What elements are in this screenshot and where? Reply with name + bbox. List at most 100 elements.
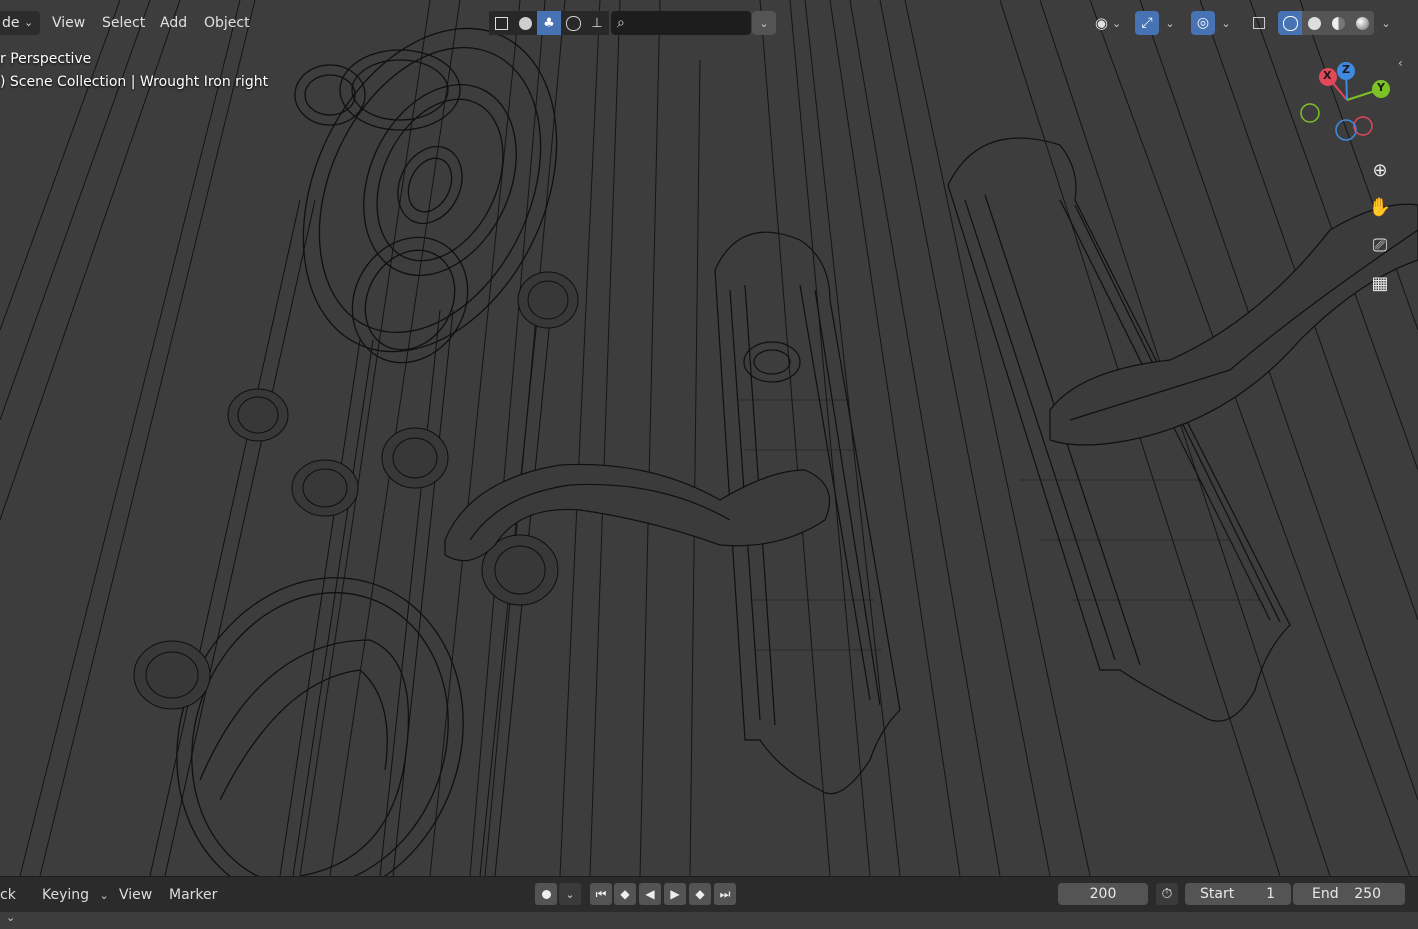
zoom-button[interactable]: ⊕ bbox=[1365, 155, 1395, 185]
visibility-dropdown[interactable]: ◉ ⌄ bbox=[1088, 11, 1128, 35]
auto-key-dropdown[interactable]: ⌄ bbox=[559, 883, 581, 905]
menu-add[interactable]: Add bbox=[160, 11, 187, 35]
gizmo-z-label: Z bbox=[1342, 63, 1350, 76]
mode-label: de bbox=[2, 15, 20, 31]
overlay-circles-icon: ◎ bbox=[1196, 15, 1210, 31]
end-value: 250 bbox=[1354, 886, 1381, 902]
chevron-down-icon: ⌄ bbox=[1111, 16, 1122, 30]
scroll-ornaments bbox=[176, 27, 558, 876]
jump-start-button[interactable]: ⏮ bbox=[590, 883, 612, 905]
solid-sphere-icon bbox=[1307, 16, 1321, 30]
right-handle bbox=[947, 137, 1418, 722]
left-handle bbox=[444, 231, 901, 795]
eye-icon: ◉ bbox=[1094, 14, 1108, 32]
shading-wireframe[interactable] bbox=[1278, 11, 1302, 35]
chevron-down-icon: ⌄ bbox=[24, 16, 34, 29]
shading-solid[interactable] bbox=[1302, 11, 1326, 35]
end-frame-field[interactable]: End 250 bbox=[1293, 883, 1405, 905]
next-keyframe-button[interactable]: ◆ bbox=[689, 883, 711, 905]
solid-toggle[interactable] bbox=[513, 11, 537, 35]
grid-icon: ▦ bbox=[1371, 272, 1389, 294]
collection-label: ) Scene Collection | Wrought Iron right bbox=[0, 74, 269, 90]
play-reverse-button[interactable]: ◀ bbox=[639, 883, 661, 905]
search-field[interactable]: ⌕ bbox=[611, 11, 751, 35]
menu-view[interactable]: View bbox=[52, 11, 85, 35]
timeline-header: ck ⌄ Keying ⌄ View Marker ⌄ ⏮ ◆ ◀ ▶ ◆ ⏭ … bbox=[0, 876, 1418, 924]
background-rails bbox=[0, 0, 1418, 876]
camera-view-button[interactable]: ⎚ bbox=[1365, 230, 1395, 260]
sidebar-toggle-icon[interactable]: ‹ bbox=[1398, 56, 1403, 70]
xray-toggle[interactable]: ♣ bbox=[537, 11, 561, 35]
navigation-gizmo[interactable]: X Y Z bbox=[1295, 60, 1405, 150]
gizmo-y-label: Y bbox=[1377, 81, 1385, 94]
droplets-icon: ♣ bbox=[543, 15, 555, 31]
gizmo-dropdown[interactable]: ⌄ bbox=[1160, 11, 1180, 35]
rendered-sphere-icon bbox=[1355, 16, 1369, 30]
brush-icon: ⊥ bbox=[591, 15, 603, 31]
end-label: End bbox=[1312, 886, 1339, 902]
keying-dropdown[interactable]: Keying ⌄ bbox=[42, 884, 109, 906]
search-icon: ⌕ bbox=[617, 15, 625, 31]
globe-icon bbox=[565, 15, 581, 31]
shading-dropdown[interactable]: ⌄ bbox=[1376, 11, 1396, 35]
mode-dropdown[interactable]: de ⌄ bbox=[0, 11, 40, 35]
record-icon bbox=[541, 889, 551, 899]
next-keyframe-icon: ◆ bbox=[695, 887, 705, 901]
tool-toggle[interactable]: ⊥ bbox=[585, 11, 609, 35]
chevron-down-icon: ⌄ bbox=[6, 911, 16, 924]
play-button[interactable]: ▶ bbox=[664, 883, 686, 905]
search-options-button[interactable]: ⌄ bbox=[752, 11, 776, 35]
menu-select[interactable]: Select bbox=[102, 11, 145, 35]
jump-end-button[interactable]: ⏭ bbox=[714, 883, 736, 905]
record-button[interactable] bbox=[535, 883, 557, 905]
pan-button[interactable]: ✋ bbox=[1365, 192, 1395, 222]
start-frame-field[interactable]: Start 1 bbox=[1185, 883, 1291, 905]
xray-view-toggle[interactable] bbox=[1248, 11, 1270, 35]
chevron-down-icon: ⌄ bbox=[1165, 16, 1175, 30]
projection-toggle-button[interactable]: ▦ bbox=[1365, 268, 1395, 298]
jump-end-icon: ⏭ bbox=[719, 886, 731, 901]
play-reverse-icon: ◀ bbox=[645, 887, 655, 901]
square-icon bbox=[494, 16, 508, 30]
chevron-down-icon: ⌄ bbox=[565, 887, 575, 901]
render-toggle[interactable] bbox=[561, 11, 585, 35]
wireframe-sphere-icon bbox=[1282, 15, 1298, 31]
jump-start-icon: ⏮ bbox=[595, 886, 607, 901]
timeline-view-menu[interactable]: View bbox=[119, 884, 152, 906]
play-icon: ▶ bbox=[670, 887, 680, 901]
overlays-toggle[interactable]: ◎ bbox=[1191, 11, 1215, 35]
prev-keyframe-icon: ◆ bbox=[620, 887, 630, 901]
chevron-down-icon: ⌄ bbox=[759, 16, 769, 30]
overlays-dropdown[interactable]: ⌄ bbox=[1216, 11, 1236, 35]
start-label: Start bbox=[1200, 886, 1235, 902]
gizmo-arrows-icon: ⤢ bbox=[1141, 15, 1153, 31]
prev-keyframe-button[interactable]: ◆ bbox=[614, 883, 636, 905]
start-value: 1 bbox=[1266, 886, 1275, 902]
stopwatch-icon: ⏱ bbox=[1161, 886, 1173, 902]
menu-object[interactable]: Object bbox=[204, 11, 250, 35]
zoom-icon: ⊕ bbox=[1372, 159, 1388, 181]
select-box-toggle[interactable] bbox=[489, 11, 513, 35]
preview-range-button[interactable]: ⏱ bbox=[1156, 883, 1178, 905]
current-frame-field[interactable]: 200 bbox=[1058, 883, 1148, 905]
playback-label: ck bbox=[0, 887, 16, 903]
chevron-down-icon: ⌄ bbox=[99, 889, 109, 902]
hand-icon: ✋ bbox=[1368, 196, 1392, 218]
timeline-marker-menu[interactable]: Marker bbox=[169, 884, 217, 906]
gizmo-x-label: X bbox=[1323, 69, 1332, 82]
viewport-header: de ⌄ View Select Add Object ♣ ⊥ ⌕ ⌄ ◉ ⌄ … bbox=[0, 0, 1418, 46]
shading-material[interactable] bbox=[1326, 11, 1350, 35]
gizmo-axes bbox=[1300, 62, 1390, 141]
perspective-label: r Perspective bbox=[0, 51, 92, 67]
keying-label: Keying bbox=[42, 887, 90, 903]
wireframe-canvas bbox=[0, 0, 1418, 876]
camera-icon: ⎚ bbox=[1372, 234, 1388, 256]
material-sphere-icon bbox=[1331, 16, 1345, 30]
playback-dropdown[interactable]: ck ⌄ bbox=[0, 884, 32, 924]
sphere-icon bbox=[518, 16, 532, 30]
xray-square-icon bbox=[1253, 17, 1265, 29]
3d-viewport[interactable] bbox=[0, 0, 1418, 876]
chevron-down-icon: ⌄ bbox=[1381, 16, 1391, 30]
shading-rendered[interactable] bbox=[1350, 11, 1374, 35]
gizmo-toggle[interactable]: ⤢ bbox=[1135, 11, 1159, 35]
